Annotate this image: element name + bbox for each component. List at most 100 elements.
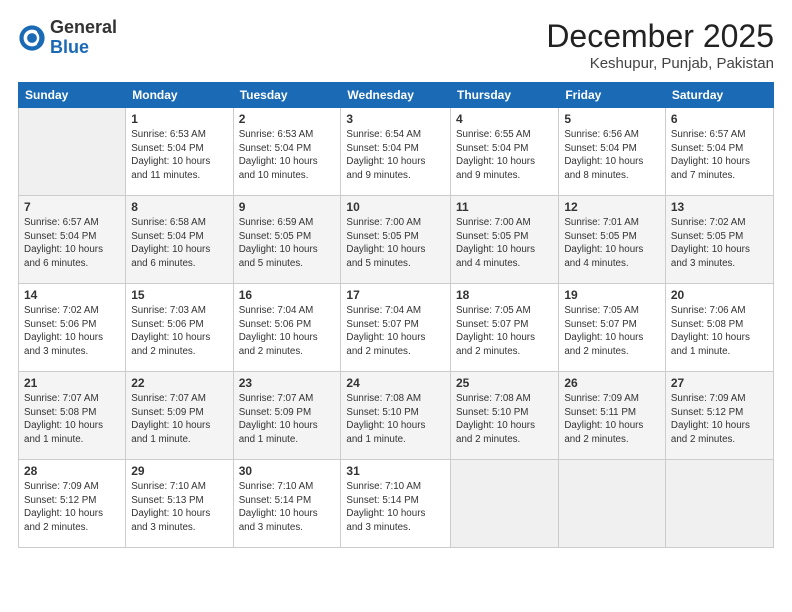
day-cell: 16Sunrise: 7:04 AM Sunset: 5:06 PM Dayli… [233,284,341,372]
day-cell: 29 Sunrise: 7:10 AM Sunset: 5:13 PM Dayli… [126,460,233,548]
day-number: 7 [24,200,120,214]
day-cell: 31 Sunrise: 7:10 AM Sunset: 5:14 PM Dayli… [341,460,451,548]
day-number: 4 [456,112,553,126]
header-wednesday: Wednesday [341,83,451,108]
day-info: Sunrise: 6:58 AM Sunset: 5:04 PM Dayligh… [131,216,227,271]
header-thursday: Thursday [451,83,559,108]
day-cell: 17Sunrise: 7:04 AM Sunset: 5:07 PM Dayli… [341,284,451,372]
header-saturday: Saturday [665,83,773,108]
calendar-header-row: SundayMondayTuesdayWednesdayThursdayFrid… [19,83,774,108]
day-cell: 4 Sunrise: 6:55 AM Sunset: 5:04 PM Daylig… [451,108,559,196]
day-number: 8 [131,200,227,214]
day-number: 31 [346,464,445,478]
day-number: 22 [131,376,227,390]
week-row-1: 1 Sunrise: 6:53 AM Sunset: 5:04 PM Daylig… [19,108,774,196]
day-info: Sunrise: 7:00 AM Sunset: 5:05 PM Dayligh… [456,216,553,271]
week-row-2: 7 Sunrise: 6:57 AM Sunset: 5:04 PM Daylig… [19,196,774,284]
day-cell: 6 Sunrise: 6:57 AM Sunset: 5:04 PM Daylig… [665,108,773,196]
day-number: 29 [131,464,227,478]
day-cell: 28 Sunrise: 7:09 AM Sunset: 5:12 PM Dayli… [19,460,126,548]
day-number: 9 [239,200,336,214]
logo-general-text: General [50,18,117,38]
header: General Blue December 2025 Keshupur, Pun… [18,18,774,72]
day-number: 15 [131,288,227,302]
day-cell: 14Sunrise: 7:02 AM Sunset: 5:06 PM Dayli… [19,284,126,372]
day-number: 5 [564,112,660,126]
month-title: December 2025 [546,18,774,55]
day-cell: 18 Sunrise: 7:05 AM Sunset: 5:07 PM Dayli… [451,284,559,372]
day-info: Sunrise: 7:09 AM Sunset: 5:11 PM Dayligh… [564,392,660,447]
title-block: December 2025 Keshupur, Punjab, Pakistan [546,18,774,72]
day-cell: 26Sunrise: 7:09 AM Sunset: 5:11 PM Dayli… [559,372,666,460]
day-number: 10 [346,200,445,214]
day-info: Sunrise: 7:07 AM Sunset: 5:09 PM Dayligh… [131,392,227,447]
day-number: 11 [456,200,553,214]
day-info: Sunrise: 7:10 AM Sunset: 5:14 PM Dayligh… [346,480,445,535]
day-number: 25 [456,376,553,390]
day-number: 20 [671,288,768,302]
day-cell: 15Sunrise: 7:03 AM Sunset: 5:06 PM Dayli… [126,284,233,372]
day-number: 13 [671,200,768,214]
day-info: Sunrise: 6:57 AM Sunset: 5:04 PM Dayligh… [671,128,768,183]
day-number: 14 [24,288,120,302]
day-cell: 30Sunrise: 7:10 AM Sunset: 5:14 PM Dayli… [233,460,341,548]
day-cell: 21Sunrise: 7:07 AM Sunset: 5:08 PM Dayli… [19,372,126,460]
page: General Blue December 2025 Keshupur, Pun… [0,0,792,612]
day-info: Sunrise: 7:02 AM Sunset: 5:05 PM Dayligh… [671,216,768,271]
day-cell: 9 Sunrise: 6:59 AM Sunset: 5:05 PM Daylig… [233,196,341,284]
day-info: Sunrise: 7:09 AM Sunset: 5:12 PM Dayligh… [24,480,120,535]
day-number: 28 [24,464,120,478]
day-number: 2 [239,112,336,126]
day-number: 6 [671,112,768,126]
day-info: Sunrise: 6:54 AM Sunset: 5:04 PM Dayligh… [346,128,445,183]
calendar: SundayMondayTuesdayWednesdayThursdayFrid… [18,82,774,548]
logo: General Blue [18,18,117,58]
day-cell: 5Sunrise: 6:56 AM Sunset: 5:04 PM Daylig… [559,108,666,196]
day-info: Sunrise: 6:55 AM Sunset: 5:04 PM Dayligh… [456,128,553,183]
day-cell: 22 Sunrise: 7:07 AM Sunset: 5:09 PM Dayli… [126,372,233,460]
day-info: Sunrise: 7:10 AM Sunset: 5:13 PM Dayligh… [131,480,227,535]
header-sunday: Sunday [19,83,126,108]
day-number: 3 [346,112,445,126]
logo-text: General Blue [50,18,117,58]
day-cell: 23 Sunrise: 7:07 AM Sunset: 5:09 PM Dayli… [233,372,341,460]
day-info: Sunrise: 7:05 AM Sunset: 5:07 PM Dayligh… [456,304,553,359]
day-info: Sunrise: 7:06 AM Sunset: 5:08 PM Dayligh… [671,304,768,359]
day-info: Sunrise: 6:53 AM Sunset: 5:04 PM Dayligh… [239,128,336,183]
week-row-4: 21Sunrise: 7:07 AM Sunset: 5:08 PM Dayli… [19,372,774,460]
day-cell: 2 Sunrise: 6:53 AM Sunset: 5:04 PM Daylig… [233,108,341,196]
week-row-3: 14Sunrise: 7:02 AM Sunset: 5:06 PM Dayli… [19,284,774,372]
day-number: 17 [346,288,445,302]
header-friday: Friday [559,83,666,108]
day-cell: 12Sunrise: 7:01 AM Sunset: 5:05 PM Dayli… [559,196,666,284]
day-cell: 24 Sunrise: 7:08 AM Sunset: 5:10 PM Dayli… [341,372,451,460]
day-cell: 13 Sunrise: 7:02 AM Sunset: 5:05 PM Dayli… [665,196,773,284]
day-info: Sunrise: 7:07 AM Sunset: 5:09 PM Dayligh… [239,392,336,447]
location: Keshupur, Punjab, Pakistan [546,55,774,72]
day-cell: 8 Sunrise: 6:58 AM Sunset: 5:04 PM Daylig… [126,196,233,284]
week-row-5: 28 Sunrise: 7:09 AM Sunset: 5:12 PM Dayli… [19,460,774,548]
day-info: Sunrise: 6:59 AM Sunset: 5:05 PM Dayligh… [239,216,336,271]
day-cell [19,108,126,196]
day-info: Sunrise: 7:08 AM Sunset: 5:10 PM Dayligh… [456,392,553,447]
day-info: Sunrise: 7:10 AM Sunset: 5:14 PM Dayligh… [239,480,336,535]
day-number: 18 [456,288,553,302]
header-monday: Monday [126,83,233,108]
day-cell: 1 Sunrise: 6:53 AM Sunset: 5:04 PM Daylig… [126,108,233,196]
day-info: Sunrise: 7:04 AM Sunset: 5:06 PM Dayligh… [239,304,336,359]
header-tuesday: Tuesday [233,83,341,108]
day-number: 24 [346,376,445,390]
day-cell [559,460,666,548]
day-cell: 7 Sunrise: 6:57 AM Sunset: 5:04 PM Daylig… [19,196,126,284]
day-number: 12 [564,200,660,214]
day-info: Sunrise: 7:08 AM Sunset: 5:10 PM Dayligh… [346,392,445,447]
day-cell: 19Sunrise: 7:05 AM Sunset: 5:07 PM Dayli… [559,284,666,372]
day-number: 23 [239,376,336,390]
day-info: Sunrise: 7:09 AM Sunset: 5:12 PM Dayligh… [671,392,768,447]
logo-blue-text: Blue [50,38,117,58]
day-info: Sunrise: 6:57 AM Sunset: 5:04 PM Dayligh… [24,216,120,271]
day-info: Sunrise: 7:07 AM Sunset: 5:08 PM Dayligh… [24,392,120,447]
day-info: Sunrise: 6:53 AM Sunset: 5:04 PM Dayligh… [131,128,227,183]
day-cell: 25 Sunrise: 7:08 AM Sunset: 5:10 PM Dayli… [451,372,559,460]
day-number: 1 [131,112,227,126]
